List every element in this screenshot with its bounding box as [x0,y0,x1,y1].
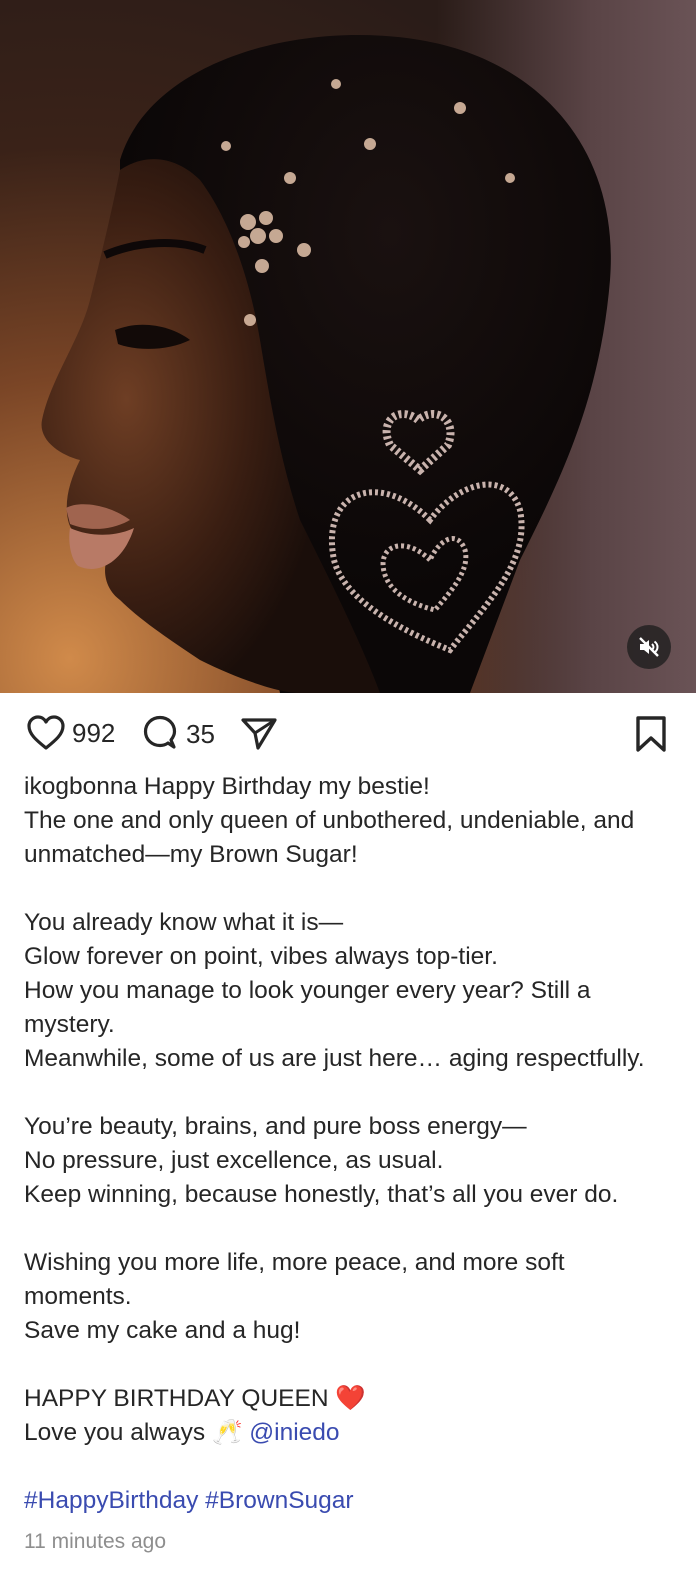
comment-button[interactable]: 35 [140,714,215,754]
caption-line: Glow forever on point, vibes always top-… [24,943,498,970]
hashtag-link[interactable]: #HappyBirthday [24,1487,198,1514]
hashtags-line: #HappyBirthday #BrownSugar [24,1484,674,1518]
caption-line: Meanwhile, some of us are just here… agi… [24,1045,645,1072]
red-heart-emoji: ❤️ [335,1385,366,1412]
caption-closing-line: Love you always 🥂 @iniedo [24,1416,674,1450]
caption-line: Keep winning, because honestly, that’s a… [24,1181,619,1208]
caption-first-line: ikogbonna Happy Birthday my bestie! [24,770,674,804]
portrait-image [41,35,611,693]
champagne-glasses-emoji: 🥂 [211,1419,243,1446]
comment-bubble-icon [143,715,177,749]
hashtag-link[interactable]: #BrownSugar [205,1487,353,1514]
caption-text: Happy Birthday my bestie! [143,773,430,800]
author-username[interactable]: ikogbonna [24,773,137,800]
caption-line: unmatched—my Brown Sugar! [24,841,358,868]
caption-line: You’re beauty, brains, and pure boss ene… [24,1113,527,1140]
speaker-muted-icon [639,637,659,657]
mention-link[interactable]: @iniedo [249,1419,339,1446]
like-button[interactable]: 992 [26,714,115,752]
share-button[interactable] [240,716,278,752]
caption-closing-line: HAPPY BIRTHDAY QUEEN ❤️ [24,1382,674,1416]
post-actions-bar: 992 35 [0,706,696,762]
caption-line: Wishing you more life, more peace, and m… [24,1249,565,1276]
caption-text: HAPPY BIRTHDAY QUEEN [24,1385,329,1412]
like-count: 992 [72,717,116,748]
post-timestamp: 11 minutes ago [24,1530,167,1553]
caption-text: Love you always [24,1419,206,1446]
caption-line: The one and only queen of unbothered, un… [24,807,635,834]
caption-line: No pressure, just excellence, as usual. [24,1147,444,1174]
post-caption: ikogbonna Happy Birthday my bestie! The … [24,770,674,1518]
caption-line: How you manage to look younger every yea… [24,977,591,1004]
paper-plane-icon [241,718,277,750]
post-media[interactable] [0,0,696,693]
caption-line: Save my cake and a hug! [24,1317,301,1344]
mute-toggle-button[interactable] [627,625,671,669]
bookmark-icon [636,716,666,752]
save-button[interactable] [633,714,669,754]
caption-line: You already know what it is— [24,909,344,936]
heart-icon [27,715,65,750]
caption-line: moments. [24,1283,132,1310]
comment-count: 35 [186,718,215,749]
caption-line: mystery. [24,1011,115,1038]
